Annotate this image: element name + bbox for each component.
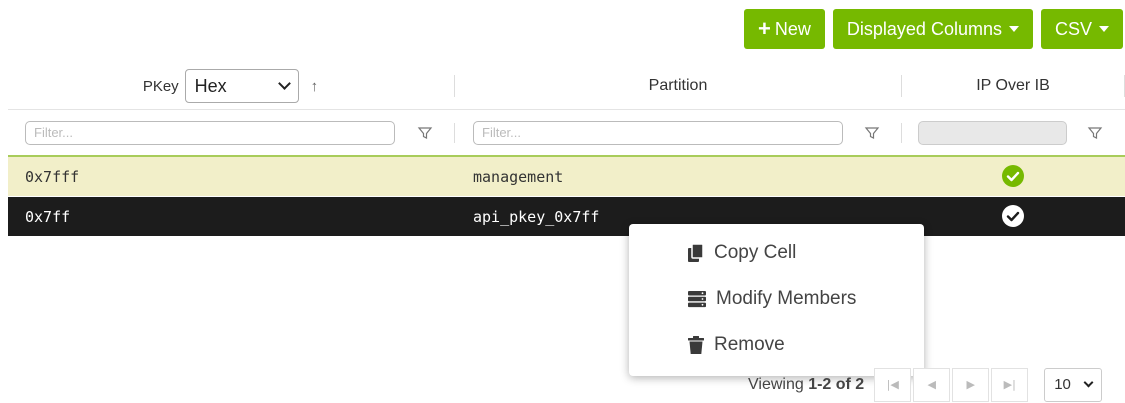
context-menu-remove[interactable]: Remove [687, 330, 785, 360]
caret-down-icon [1099, 26, 1109, 32]
table-row-selected[interactable]: 0x7ff api_pkey_0x7ff [8, 197, 1125, 236]
csv-button[interactable]: CSV [1040, 9, 1123, 49]
first-page-icon: |◀ [886, 378, 899, 391]
caret-down-icon [1008, 26, 1019, 32]
partition-cell[interactable]: management [473, 157, 563, 196]
trash-icon [688, 336, 704, 354]
ip-over-ib-header-label: IP Over IB [976, 77, 1050, 94]
previous-page-icon: ◀ [927, 378, 936, 391]
header-divider [8, 109, 1125, 110]
column-header-pkey[interactable]: PKey Hex ↑ [8, 67, 453, 105]
check-circle-icon [1002, 205, 1024, 227]
column-header-ip-over-ib[interactable]: IP Over IB [902, 67, 1124, 105]
toolbar: + New Displayed Columns CSV [744, 9, 1123, 49]
context-menu-copy-cell[interactable]: Copy Cell [687, 238, 796, 268]
next-page-icon: ▶ [966, 378, 975, 391]
context-menu-modify-members[interactable]: Modify Members [687, 284, 856, 314]
table-row[interactable]: 0x7fff management [8, 157, 1125, 196]
displayed-columns-button[interactable]: Displayed Columns [832, 9, 1033, 49]
displayed-columns-label: Displayed Columns [846, 18, 1002, 39]
csv-button-label: CSV [1054, 18, 1092, 39]
pkey-cell[interactable]: 0x7fff [25, 157, 79, 196]
chevron-down-icon [1083, 377, 1094, 387]
previous-page-button[interactable]: ◀ [913, 367, 951, 402]
plus-icon: + [758, 16, 771, 41]
new-button[interactable]: + New [744, 9, 825, 49]
partition-header-label: Partition [648, 77, 708, 94]
check-circle-icon [1002, 165, 1024, 187]
copy-cell-label: Copy Cell [714, 242, 797, 263]
modify-members-label: Modify Members [716, 288, 857, 309]
pkey-filter-placeholder: Filter... [34, 125, 74, 140]
first-page-button[interactable]: |◀ [874, 367, 912, 402]
last-page-icon: ▶| [1003, 378, 1016, 391]
filter-divider [454, 123, 455, 143]
filter-icon[interactable] [864, 125, 880, 141]
copy-icon [688, 243, 704, 262]
pkey-format-value: Hex [194, 75, 227, 96]
last-page-button[interactable]: ▶| [991, 367, 1029, 402]
page-size-value: 10 [1054, 376, 1071, 393]
next-page-button[interactable]: ▶ [952, 367, 990, 402]
new-button-label: New [774, 18, 811, 39]
server-icon [688, 291, 706, 308]
partition-filter-input[interactable]: Filter... [473, 121, 843, 145]
viewing-prefix: Viewing [748, 375, 809, 393]
partition-filter-placeholder: Filter... [482, 125, 522, 140]
table-header: PKey Hex ↑ Partition IP Over IB [8, 67, 1125, 105]
pkey-format-select[interactable]: Hex [184, 69, 299, 103]
ip-over-ib-filter-select[interactable] [918, 121, 1067, 145]
viewing-range: 1-2 of 2 [808, 375, 865, 393]
sort-ascending-icon[interactable]: ↑ [311, 78, 319, 95]
partition-cell[interactable]: api_pkey_0x7ff [473, 197, 599, 236]
column-header-partition[interactable]: Partition [455, 67, 901, 105]
viewing-summary: Viewing 1-2 of 2 [748, 376, 864, 394]
filter-icon[interactable] [1087, 125, 1103, 141]
remove-label: Remove [714, 334, 785, 355]
pkeys-table-view: + New Displayed Columns CSV PKey Hex ↑ P… [0, 0, 1125, 403]
chevron-down-icon [277, 77, 291, 90]
pkey-cell[interactable]: 0x7ff [25, 197, 70, 236]
page-size-select[interactable]: 10 [1044, 367, 1103, 402]
pkey-filter-input[interactable]: Filter... [25, 121, 395, 145]
filter-icon[interactable] [417, 125, 433, 141]
filter-divider [901, 123, 902, 143]
filter-row: Filter... Filter... [8, 121, 1125, 147]
context-menu: Copy Cell Modify Members Remove [629, 224, 924, 376]
pagination: Viewing 1-2 of 2 |◀ ◀ ▶ ▶| 10 [748, 366, 1103, 403]
pkey-header-label: PKey [142, 77, 179, 95]
